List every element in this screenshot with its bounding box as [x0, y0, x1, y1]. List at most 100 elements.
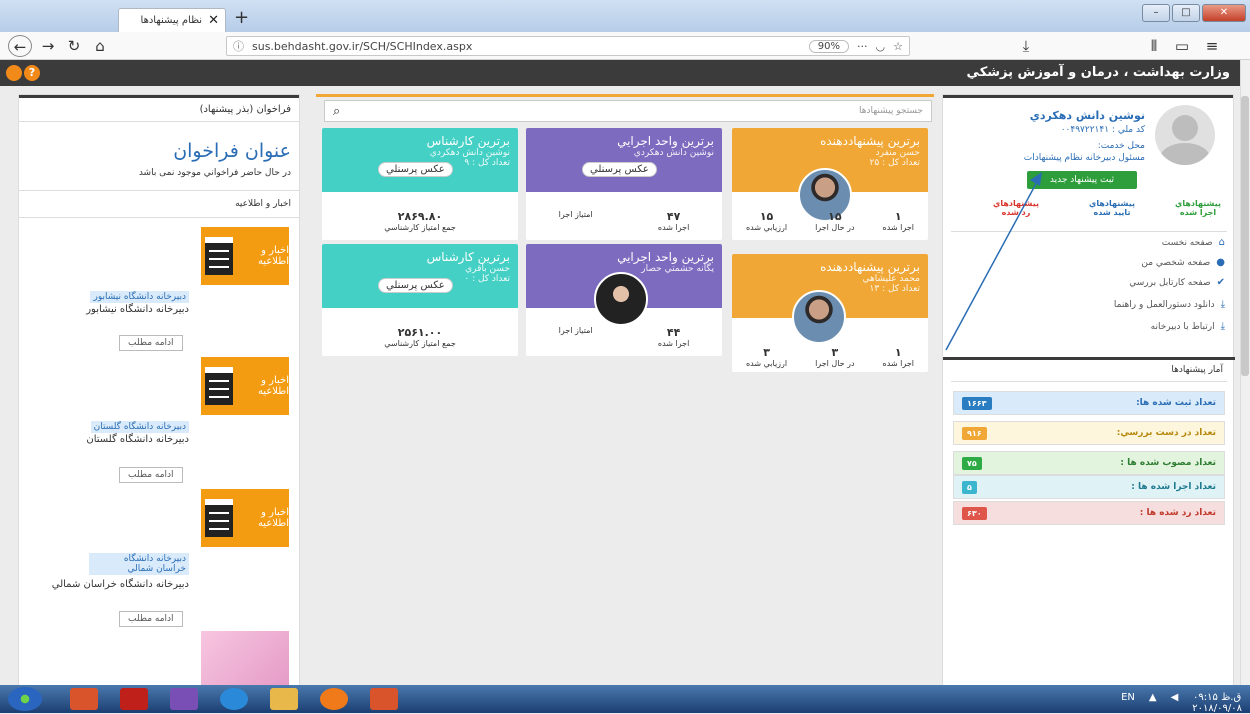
card-count: تعداد کل : ۲۵ [869, 158, 920, 168]
menu-label: صفحه شخصي من [1141, 257, 1211, 268]
top-suggester-card[interactable]: برترين پيشنهاددهنده حسن منفرد تعداد کل :… [732, 128, 928, 240]
stat-badge: ۹۱۶ [962, 426, 987, 440]
home-icon[interactable]: ⌂ [88, 35, 112, 57]
zoom-level[interactable]: 90% [808, 39, 850, 53]
top-expert-card[interactable]: برترين كارشناس نوشين دانش دهكردي تعداد ک… [322, 128, 518, 240]
stat-row-under-review: تعداد در دست بررسي: ۹۱۶ [953, 421, 1225, 445]
bookmark-star-icon[interactable]: ☆ [893, 40, 903, 53]
close-window-button[interactable]: ✕ [1202, 4, 1246, 22]
menu-item-profile[interactable]: ● صفحه شخصي من [1141, 257, 1225, 268]
stat-badge: ۱۶۶۳ [962, 396, 992, 410]
rejected-suggestions-link[interactable]: پيشنهادهاي رد شده [989, 199, 1043, 217]
read-more-button[interactable]: ادامه مطلب [119, 467, 183, 483]
news-image[interactable]: اخبار و اطلاعيه [201, 489, 289, 547]
news-image[interactable]: اخبار و اطلاعيه [201, 227, 289, 285]
stat-badge: ۵ [962, 480, 977, 494]
scrollbar-thumb[interactable] [1241, 96, 1249, 376]
top-suggester-card[interactable]: برترين پيشنهاددهنده محمد عليشاهي تعداد ک… [732, 254, 928, 372]
ie-browser-icon[interactable] [220, 688, 248, 710]
menu-icon[interactable]: ≡ [1200, 35, 1224, 57]
stat-label: در حال اجرا [815, 223, 855, 232]
library-icon[interactable]: ⫴ [1142, 35, 1166, 57]
clock-date: ۲۰۱۸/۰۹/۰۸ [1192, 703, 1242, 714]
menu-item-home[interactable]: ⌂ صفحه نخست [1162, 237, 1225, 248]
new-tab-button[interactable]: + [234, 7, 249, 28]
search-input[interactable]: جستجو پيشنهادها [859, 106, 923, 116]
clock-time: ۰۹:۱۵ ق.ظ [1193, 692, 1242, 703]
media-app-icon[interactable] [370, 688, 398, 710]
network-icon[interactable]: ▲ [1149, 692, 1157, 714]
search-icon[interactable]: ⌕ [333, 104, 340, 119]
sidebar-icon[interactable]: ▭ [1170, 35, 1194, 57]
help-icon[interactable]: ? [24, 65, 40, 81]
mail-app-icon[interactable] [170, 688, 198, 710]
personnel-photo-badge: عکس پرسنلي [582, 162, 657, 177]
volume-icon[interactable]: ◀ [1171, 692, 1179, 714]
right-top-bar [943, 95, 1233, 98]
stat: ۱ اجرا شده [883, 210, 914, 232]
browser-tab-bar: نظام پيشنهادها ✕ + – □ ✕ [0, 0, 1250, 32]
card-name: حسن منفرد [875, 148, 920, 158]
stat-row-registered: تعداد ثبت شده ها: ۱۶۶۳ [953, 391, 1225, 415]
menu-item-review[interactable]: ✔ صفحه كارتابل بررسي [1129, 277, 1225, 288]
stat-label: تعداد مصوب شده ها : [1120, 458, 1216, 468]
stat: ۴۴ اجرا شده [658, 326, 689, 348]
thanks-image[interactable] [201, 631, 289, 687]
stat-value: ۱ [894, 210, 902, 223]
folder-icon[interactable] [270, 688, 298, 710]
read-more-button[interactable]: ادامه مطلب [119, 611, 183, 627]
reload-icon[interactable]: ↻ [62, 35, 86, 57]
firefox-icon[interactable] [320, 688, 348, 710]
right-column: نوشين دانش دهكردي كد ملي : ۰۰۴۹۷۲۲۱۴۱ مح… [942, 94, 1235, 686]
taskbar: EN ▲ ◀ ۰۹:۱۵ ق.ظ ۲۰۱۸/۰۹/۰۸ [0, 685, 1250, 714]
news-image[interactable]: اخبار و اطلاعيه [201, 357, 289, 415]
language-indicator[interactable]: EN [1121, 692, 1135, 714]
news-link[interactable]: دبيرخانه دانشگاه نيشابور [90, 291, 189, 303]
left-column: فراخوان (بذر پيشنهاد) عنوان فراخوان در ح… [18, 94, 300, 687]
more-icon[interactable]: ··· [857, 40, 868, 53]
top-expert-card[interactable]: برترين كارشناس حسن باقري تعداد کل : ۰ عک… [322, 244, 518, 356]
pdf-app-icon[interactable] [120, 688, 148, 710]
stat-row-rejected: تعداد رد شده ها : ۶۳۰ [953, 501, 1225, 525]
stat: امتياز اجرا [559, 210, 593, 232]
maximize-button[interactable]: □ [1172, 4, 1200, 22]
executed-suggestions-link[interactable]: پيشنهادهاي اجرا شده [1173, 199, 1223, 217]
home-icon: ⌂ [1218, 237, 1225, 248]
middle-top-bar [316, 94, 934, 97]
site-title: وزارت بهداشت ، درمان و آموزش پزشكي [966, 65, 1230, 80]
stat: ۱۵ ارزيابي شده [746, 210, 787, 232]
call-header: فراخوان (بذر پيشنهاد) [19, 98, 299, 122]
stat-value: ۲۵۶۱.۰۰ [397, 326, 443, 339]
approved-suggestions-link[interactable]: پيشنهادهاي تاييد شده [1087, 199, 1137, 217]
url-bar[interactable]: ⓘ sus.behdasht.gov.ir/SCH/SCHIndex.aspx … [226, 36, 910, 56]
top-unit-card[interactable]: برترين واحد اجرايي نوشين دانش دهكردي عکس… [526, 128, 722, 240]
new-suggestion-button[interactable]: ثبت پيشنهاد جديد [1027, 171, 1137, 189]
start-button[interactable] [8, 687, 42, 711]
back-arrow-icon[interactable]: ← [8, 35, 32, 57]
stat: ۲۵۶۱.۰۰ جمع امتياز كارشناسي [384, 326, 456, 348]
menu-item-contact[interactable]: ⤓ ارتباط با دبيرخانه [1151, 321, 1225, 332]
forward-arrow-icon[interactable]: → [36, 35, 60, 57]
top-unit-card[interactable]: برترين واحد اجرايي يگانه حشمتي حصار امتي… [526, 244, 722, 356]
taskbar-app-icon[interactable] [70, 688, 98, 710]
news-image-label: اخبار و اطلاعيه [257, 507, 289, 529]
card-name: نوشين دانش دهكردي [633, 148, 714, 158]
clock[interactable]: ۰۹:۱۵ ق.ظ ۲۰۱۸/۰۹/۰۸ [1192, 692, 1242, 714]
pocket-icon[interactable]: ◡ [876, 40, 886, 53]
power-icon[interactable] [6, 65, 22, 81]
stat-value: ۱ [894, 346, 902, 359]
news-link[interactable]: دبيرخانه دانشگاه گلستان [90, 421, 189, 433]
search-box[interactable]: ⌕ جستجو پيشنهادها [324, 100, 932, 122]
minimize-button[interactable]: – [1142, 4, 1170, 22]
read-more-button[interactable]: ادامه مطلب [119, 335, 183, 351]
avatar [594, 272, 648, 326]
stat-label: جمع امتياز كارشناسي [384, 339, 456, 348]
stat-label: اجرا شده [882, 223, 914, 232]
close-tab-icon[interactable]: ✕ [208, 13, 219, 28]
tab-title: نظام پيشنهادها [140, 15, 203, 26]
news-link[interactable]: دبيرخانه دانشگاه خراسان شمالي [89, 553, 189, 575]
info-icon[interactable]: ⓘ [233, 38, 244, 54]
browser-tab[interactable]: نظام پيشنهادها ✕ [118, 8, 226, 32]
download-icon[interactable]: ⤓ [1014, 35, 1038, 57]
menu-item-download[interactable]: ⤓ دانلود دستورالعمل و راهنما [1114, 299, 1225, 310]
